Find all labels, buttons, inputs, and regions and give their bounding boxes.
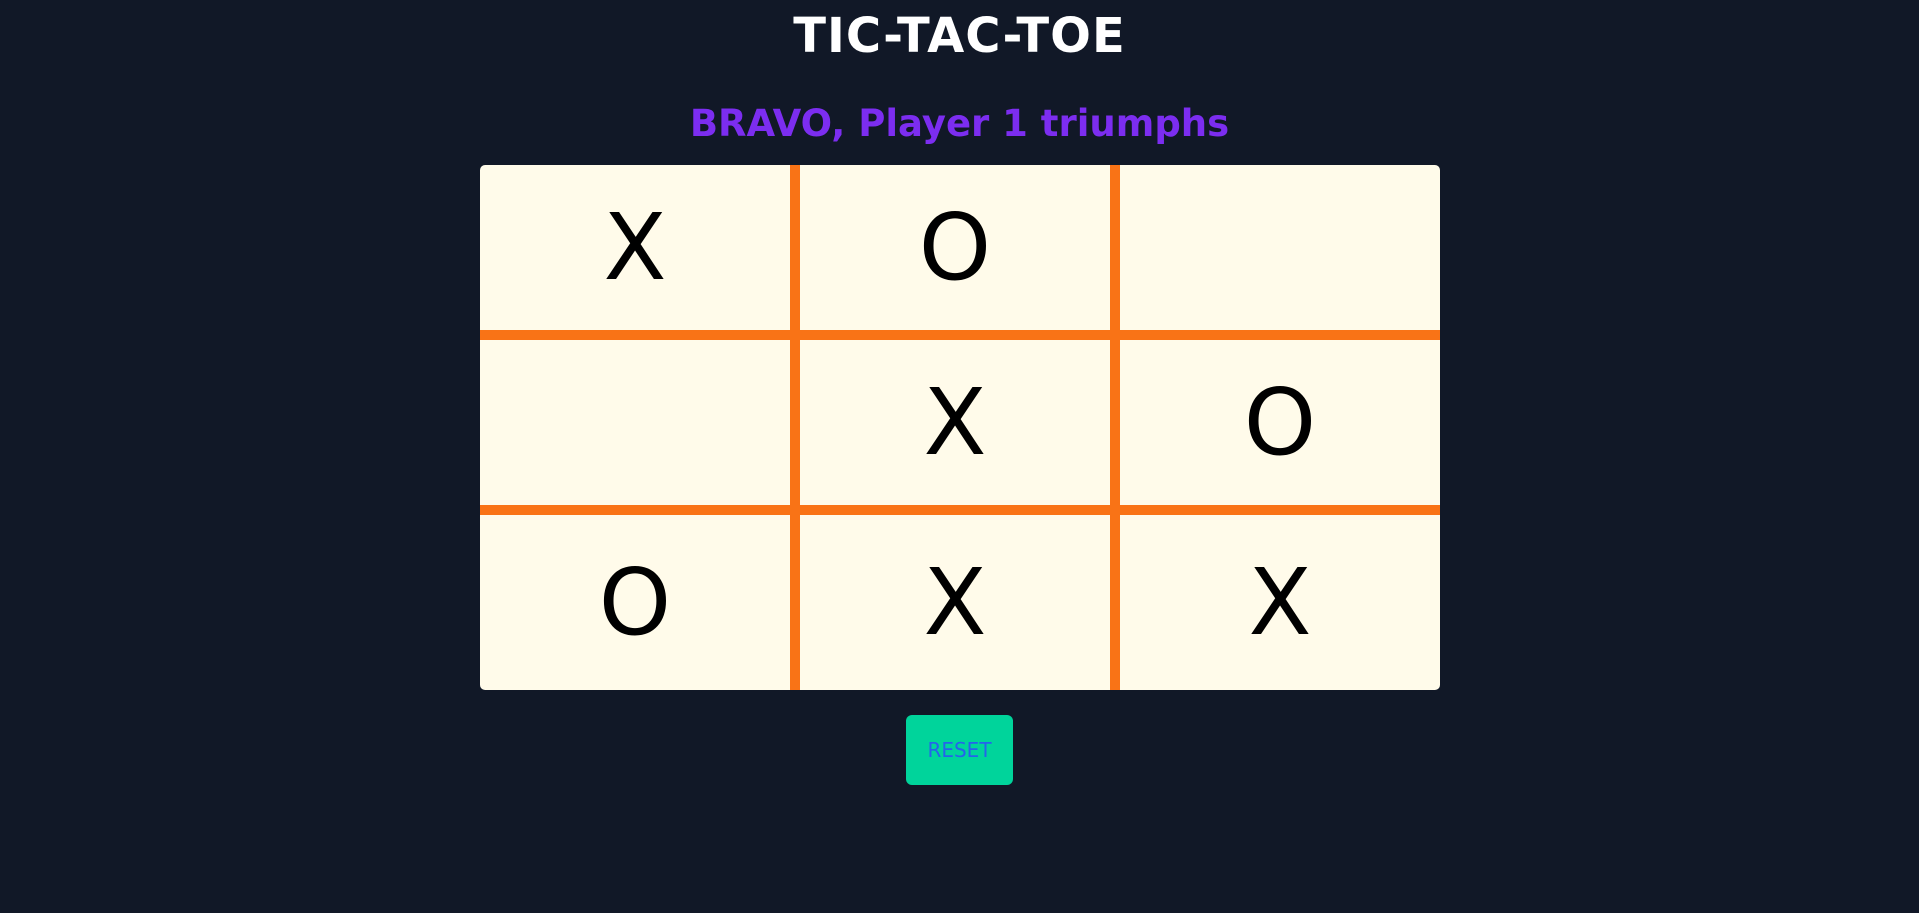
- cell-2-0[interactable]: O: [480, 515, 800, 690]
- game-board: X O X O O X X: [480, 165, 1440, 690]
- cell-1-1[interactable]: X: [800, 340, 1120, 515]
- cell-mark: O: [918, 193, 992, 301]
- cell-0-1[interactable]: O: [800, 165, 1120, 340]
- cell-mark: X: [1248, 548, 1312, 656]
- winner-status: BRAVO, Player 1 triumphs: [689, 102, 1230, 145]
- cell-1-2[interactable]: O: [1120, 340, 1440, 515]
- cell-2-2[interactable]: X: [1120, 515, 1440, 690]
- cell-0-0[interactable]: X: [480, 165, 800, 340]
- game-title: TIC-TAC-TOE: [793, 8, 1126, 64]
- cell-mark: X: [923, 368, 987, 476]
- cell-2-1[interactable]: X: [800, 515, 1120, 690]
- cell-mark: O: [1243, 368, 1317, 476]
- cell-mark: X: [923, 548, 987, 656]
- cell-mark: O: [598, 548, 672, 656]
- cell-mark: X: [603, 193, 667, 301]
- reset-button[interactable]: RESET: [906, 715, 1013, 785]
- cell-1-0[interactable]: [480, 340, 800, 515]
- cell-0-2[interactable]: [1120, 165, 1440, 340]
